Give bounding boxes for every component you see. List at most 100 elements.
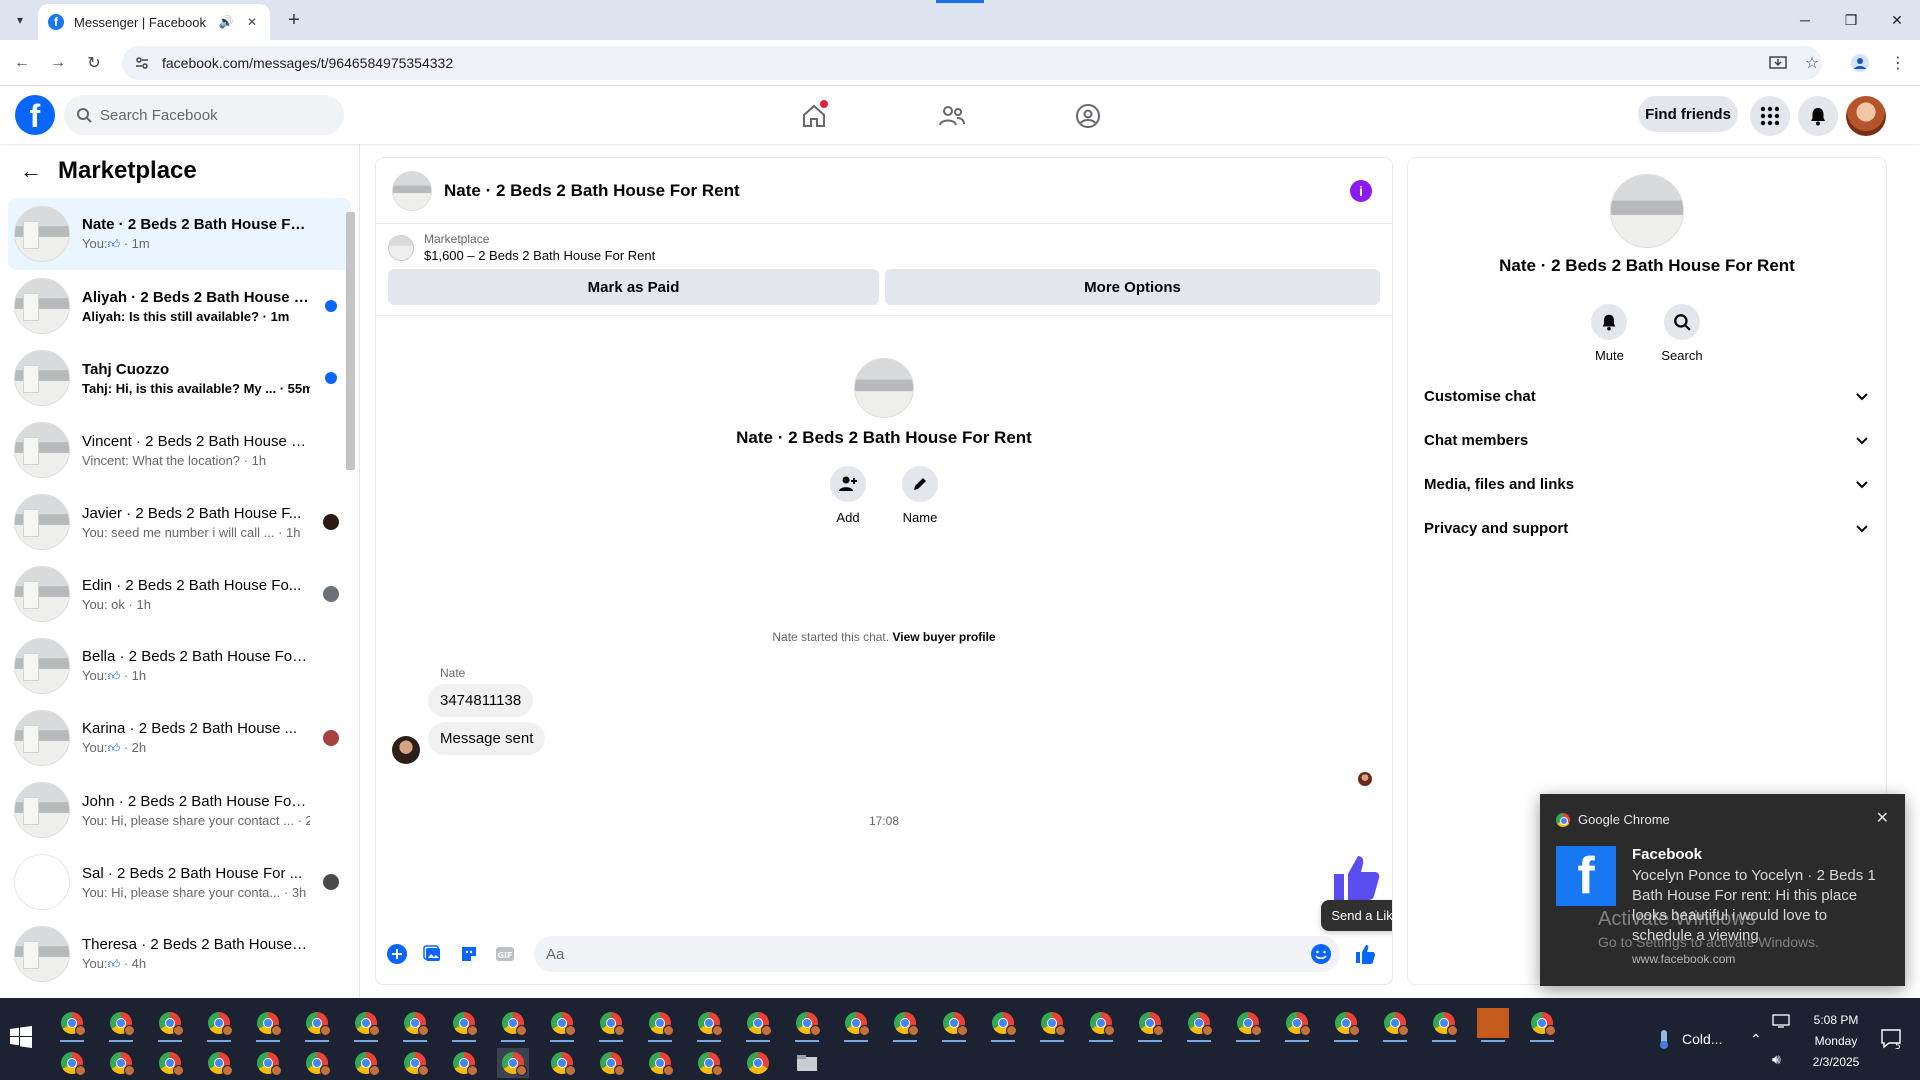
taskbar-chrome-icon[interactable] (938, 1008, 970, 1042)
taskbar-chrome-icon[interactable] (742, 1048, 774, 1078)
bookmark-star-icon[interactable]: ☆ (1798, 49, 1826, 77)
taskbar-chrome-icon[interactable] (301, 1008, 333, 1042)
page-scrollbar[interactable] (1908, 86, 1920, 998)
taskbar-chrome-icon[interactable] (546, 1008, 578, 1042)
taskbar-chrome-icon[interactable] (203, 1048, 235, 1078)
conversation-item[interactable]: Bella · 2 Beds 2 Bath House For ... You: … (8, 630, 351, 702)
gif-icon[interactable]: GIF (490, 939, 520, 969)
sidebar-scrollbar[interactable] (345, 198, 355, 998)
taskbar-chrome-icon[interactable] (693, 1008, 725, 1042)
media-files-links-section[interactable]: Media, files and links (1422, 462, 1872, 506)
close-tab-icon[interactable]: ✕ (244, 15, 260, 29)
taskbar-chrome-icon[interactable] (1526, 1008, 1558, 1042)
conversation-item[interactable]: Sal · 2 Beds 2 Bath House For ... You: Hi… (8, 846, 351, 918)
taskbar-chrome-icon[interactable] (1183, 1008, 1215, 1042)
conversation-item[interactable]: Theresa · 2 Beds 2 Bath House F... You: 👍… (8, 918, 351, 990)
taskbar-chrome-icon[interactable] (546, 1048, 578, 1078)
emoji-icon[interactable] (1310, 943, 1332, 965)
minimize-icon[interactable]: ─ (1782, 0, 1828, 40)
taskbar-chrome-icon[interactable] (644, 1008, 676, 1042)
weather-widget[interactable]: Cold... (1654, 998, 1722, 1080)
taskbar-chrome-icon[interactable] (1281, 1008, 1313, 1042)
taskbar-chrome-icon[interactable] (448, 1048, 480, 1078)
find-friends-button[interactable]: Find friends (1638, 96, 1738, 132)
more-options-button[interactable]: More Options (885, 269, 1380, 305)
info-thumbnail[interactable] (1610, 174, 1684, 248)
taskbar-chrome-icon[interactable] (1428, 1008, 1460, 1042)
message-bubble[interactable]: Message sent (428, 722, 546, 755)
address-bar[interactable]: facebook.com/messages/t/9646584975354332 (122, 46, 1822, 80)
attach-photo-icon[interactable] (418, 939, 448, 969)
notifications-bell-icon[interactable] (1798, 96, 1838, 136)
taskbar-chrome-icon[interactable] (350, 1008, 382, 1042)
new-tab-button[interactable]: + (282, 8, 306, 32)
conversation-item[interactable]: John · 2 Beds 2 Bath House For ... You: H… (8, 774, 351, 846)
taskbar-chrome-icon[interactable] (889, 1008, 921, 1042)
more-actions-plus-icon[interactable] (382, 939, 412, 969)
taskbar-chrome-icon[interactable] (56, 1048, 88, 1078)
chat-members-section[interactable]: Chat members (1422, 418, 1872, 462)
facebook-search-input[interactable]: Search Facebook (64, 95, 344, 135)
menu-grid-icon[interactable] (1750, 96, 1790, 136)
privacy-support-section[interactable]: Privacy and support (1422, 506, 1872, 550)
forward-icon[interactable]: → (44, 49, 72, 77)
copilot-icon[interactable] (1477, 1008, 1509, 1042)
taskbar-chrome-icon[interactable] (399, 1008, 431, 1042)
close-window-icon[interactable]: ✕ (1874, 0, 1920, 40)
reload-icon[interactable]: ↻ (80, 49, 108, 77)
taskbar-chrome-icon[interactable] (497, 1008, 529, 1042)
install-app-icon[interactable] (1764, 49, 1792, 77)
speaker-icon[interactable]: 🔊 (218, 15, 234, 29)
taskbar-chrome-icon[interactable] (252, 1008, 284, 1042)
back-arrow-icon[interactable]: ← (20, 158, 42, 184)
browser-tab-messenger[interactable]: f Messenger | Facebook 🔊 ✕ (38, 4, 270, 40)
customise-chat-section[interactable]: Customise chat (1422, 374, 1872, 418)
taskbar-chrome-icon[interactable] (840, 1008, 872, 1042)
mute-button[interactable]: Mute (1591, 304, 1628, 363)
sticker-icon[interactable] (454, 939, 484, 969)
facebook-logo-icon[interactable]: f (15, 95, 55, 135)
file-explorer-icon[interactable] (791, 1048, 823, 1078)
conversation-item[interactable]: Tahj Cuozzo Tahj: Hi, is this available? … (8, 342, 351, 414)
windows-start-icon[interactable] (10, 1026, 34, 1050)
taskbar-chrome-icon[interactable] (595, 1048, 627, 1078)
conversation-item[interactable]: Vincent · 2 Beds 2 Bath House F... Vincen… (8, 414, 351, 486)
taskbar-chrome-icon[interactable] (301, 1048, 333, 1078)
chrome-notification[interactable]: Google Chrome ✕ f Facebook Yocelyn Ponce… (1540, 794, 1905, 986)
conversation-item[interactable]: Nate · 2 Beds 2 Bath House For ... You: 👍… (8, 198, 351, 270)
view-buyer-profile-link[interactable]: View buyer profile (892, 630, 995, 644)
sidebar-scroll-thumb[interactable] (346, 212, 355, 470)
taskbar-chrome-icon[interactable] (595, 1008, 627, 1042)
conversation-item[interactable]: Edin · 2 Beds 2 Bath House Fo... You: ok … (8, 558, 351, 630)
taskbar-clock[interactable]: 5:08 PM Monday 2/3/2025 (1806, 1010, 1866, 1073)
chat-title[interactable]: Nate · 2 Beds 2 Bath House For Rent (444, 181, 740, 201)
taskbar-chrome-icon[interactable] (56, 1008, 88, 1042)
taskbar-chrome-icon[interactable] (252, 1048, 284, 1078)
account-avatar[interactable] (1846, 96, 1886, 136)
edit-name-button[interactable]: Name (902, 466, 938, 525)
taskbar-chrome-icon[interactable] (203, 1008, 235, 1042)
message-input[interactable]: Aa (534, 936, 1340, 972)
taskbar-chrome-icon[interactable] (1085, 1008, 1117, 1042)
conversation-item[interactable]: Aliyah · 2 Beds 2 Bath House F... Aliyah:… (8, 270, 351, 342)
action-center-icon[interactable]: 5 (1880, 998, 1902, 1080)
taskbar-chrome-icon[interactable] (497, 1048, 529, 1078)
restore-icon[interactable]: ❐ (1828, 0, 1874, 40)
taskbar-chrome-icon[interactable] (154, 1048, 186, 1078)
taskbar-chrome-icon[interactable] (693, 1048, 725, 1078)
taskbar-chrome-icon[interactable] (154, 1008, 186, 1042)
conversation-info-icon[interactable]: i (1350, 180, 1372, 202)
conversation-item[interactable]: Javier · 2 Beds 2 Bath House F... You: se… (8, 486, 351, 558)
conversation-item[interactable]: Karina · 2 Beds 2 Bath House ... You: 👍︎ … (8, 702, 351, 774)
taskbar-chrome-icon[interactable] (1036, 1008, 1068, 1042)
tray-overflow-icon[interactable]: ⌃ (1750, 998, 1762, 1080)
taskbar-chrome-icon[interactable] (644, 1048, 676, 1078)
site-info-icon[interactable] (134, 55, 150, 71)
browser-menu-icon[interactable]: ⋮ (1884, 49, 1912, 77)
sender-avatar[interactable] (392, 736, 420, 764)
groups-nav-icon[interactable] (1068, 96, 1108, 136)
taskbar-chrome-icon[interactable] (448, 1008, 480, 1042)
home-nav-icon[interactable] (794, 96, 834, 136)
taskbar-chrome-icon[interactable] (350, 1048, 382, 1078)
back-icon[interactable]: ← (8, 49, 36, 77)
